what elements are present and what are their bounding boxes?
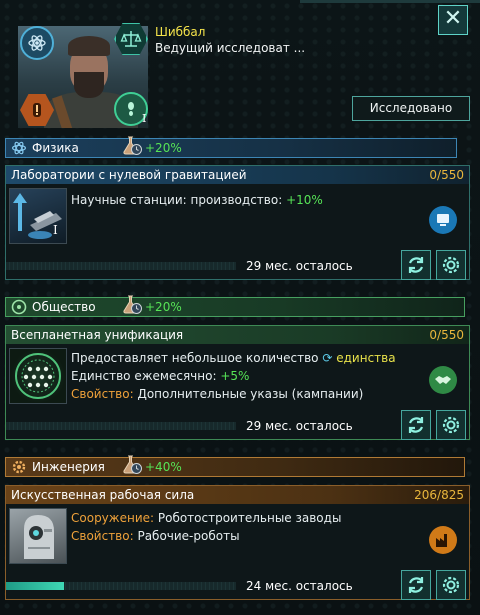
gear-icon bbox=[442, 416, 460, 434]
unity-icon: ⟳ bbox=[322, 351, 333, 365]
tech-effect-line: Научные станции: производство: +10% bbox=[71, 193, 323, 207]
section-engineering-bonus: +40% bbox=[145, 460, 182, 474]
section-society-header: Общество +20% bbox=[5, 294, 465, 317]
tech-options-button[interactable] bbox=[436, 570, 466, 600]
society-icon bbox=[11, 299, 27, 315]
swap-button[interactable] bbox=[401, 410, 431, 440]
tech-image bbox=[9, 348, 67, 404]
leader-header: I Шиббал Ведущий исследоват ... ✕ Исслед… bbox=[0, 0, 480, 128]
flask-icon bbox=[121, 454, 143, 476]
swap-icon bbox=[408, 257, 424, 273]
gear-icon bbox=[442, 256, 460, 274]
tech-progress-bar bbox=[6, 422, 236, 430]
tech-effect-line-3: Свойство: Дополнительные указы (кампании… bbox=[71, 387, 364, 401]
tech-effect-line-1: Предоставляет небольшое количество ⟳ еди… bbox=[71, 351, 396, 365]
researched-button[interactable]: Исследовано bbox=[352, 96, 470, 121]
tech-image bbox=[9, 188, 67, 244]
header-trim bbox=[300, 0, 480, 3]
tech-progress-fill bbox=[6, 582, 64, 590]
atom-icon[interactable] bbox=[20, 26, 54, 60]
section-society-bonus: +20% bbox=[145, 300, 182, 314]
monitor-icon bbox=[429, 206, 457, 234]
swap-icon bbox=[408, 577, 424, 593]
tech-progress-bar bbox=[6, 262, 236, 270]
leader-level: I bbox=[142, 112, 147, 125]
section-physics-header: Физика +20% bbox=[5, 135, 457, 158]
flask-icon bbox=[121, 135, 143, 157]
tech-time-remaining: 24 мес. осталось bbox=[246, 579, 353, 593]
leader-title: Ведущий исследоват ... bbox=[155, 41, 306, 55]
tech-cost: 0/550 bbox=[429, 328, 464, 342]
leader-name: Шиббал bbox=[155, 25, 206, 39]
section-physics-label: Физика bbox=[32, 141, 79, 155]
section-engineering-label: Инженерия bbox=[32, 460, 105, 474]
swap-button[interactable] bbox=[401, 570, 431, 600]
swap-button[interactable] bbox=[401, 250, 431, 280]
handshake-icon bbox=[429, 366, 457, 394]
tech-card-engineering[interactable]: Искусственная рабочая сила 206/825 Соору… bbox=[5, 485, 470, 600]
section-physics-bonus: +20% bbox=[145, 141, 182, 155]
tech-options-button[interactable] bbox=[436, 250, 466, 280]
tech-time-remaining: 29 мес. осталось bbox=[246, 259, 353, 273]
tech-title: Лаборатории с нулевой гравитацией bbox=[6, 166, 469, 184]
tech-card-society[interactable]: Всепланетная унификация 0/550 Предоставл… bbox=[5, 325, 470, 440]
tech-options-button[interactable] bbox=[436, 410, 466, 440]
tech-card-physics[interactable]: Лаборатории с нулевой гравитацией 0/550 … bbox=[5, 165, 470, 280]
tech-effect-line-2: Единство ежемесячно: +5% bbox=[71, 369, 250, 383]
gear-icon bbox=[442, 576, 460, 594]
tech-title: Искусственная рабочая сила bbox=[6, 486, 469, 504]
flask-icon bbox=[121, 294, 143, 316]
tech-time-remaining: 29 мес. осталось bbox=[246, 419, 353, 433]
tech-cost: 0/550 bbox=[429, 168, 464, 182]
atom-icon bbox=[11, 140, 27, 156]
tech-level: I bbox=[53, 223, 58, 237]
section-engineering-header: Инженерия +40% bbox=[5, 454, 465, 477]
tech-progress-bar bbox=[6, 582, 236, 590]
section-society-label: Общество bbox=[32, 300, 96, 314]
close-icon: ✕ bbox=[443, 6, 463, 31]
tech-effect-line-1: Сооружение: Роботостроительные заводы bbox=[71, 511, 342, 525]
swap-icon bbox=[408, 417, 424, 433]
close-button[interactable]: ✕ bbox=[438, 5, 468, 35]
gear-icon bbox=[11, 459, 27, 475]
tech-image bbox=[9, 508, 67, 564]
tech-cost: 206/825 bbox=[414, 488, 464, 502]
tech-effect-line-2: Свойство: Рабочие-роботы bbox=[71, 529, 240, 543]
factory-icon bbox=[429, 526, 457, 554]
tech-title: Всепланетная унификация bbox=[6, 326, 469, 344]
